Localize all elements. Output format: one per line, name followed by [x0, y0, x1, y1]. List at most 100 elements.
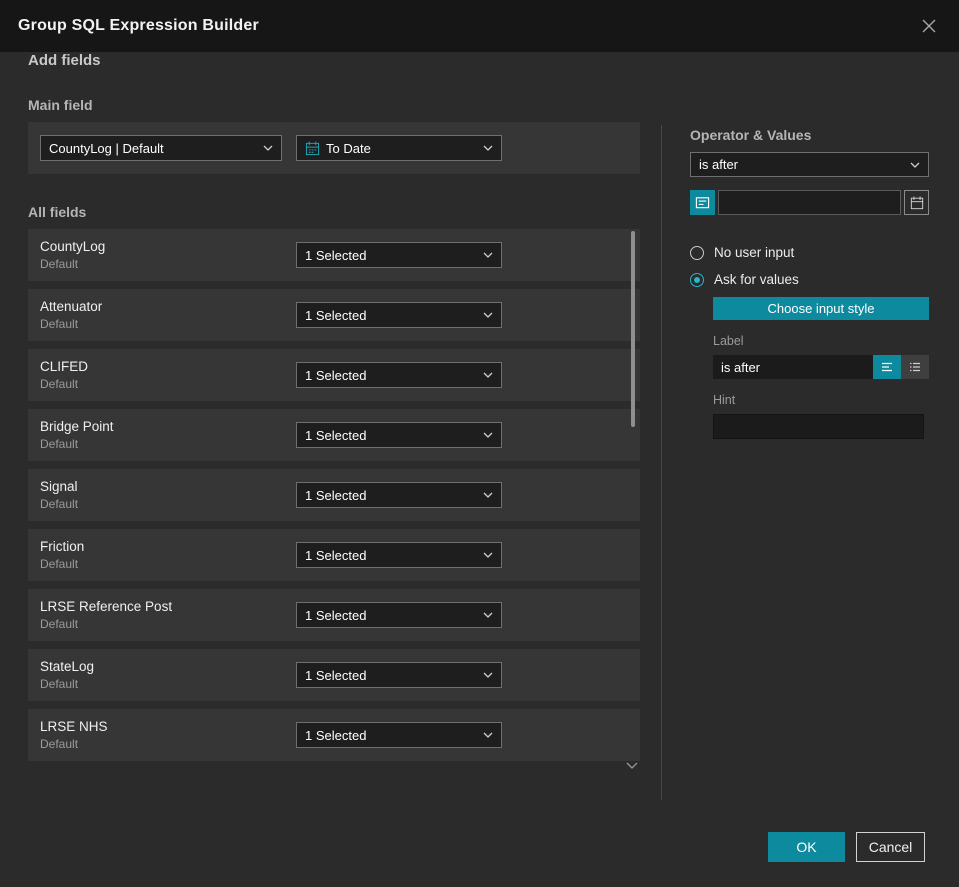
field-selected-value: 1 Selected [305, 427, 367, 443]
field-row: CountyLog Default 1 Selected [28, 229, 640, 281]
main-field-date-value: To Date [326, 140, 371, 156]
list-icon [910, 362, 920, 372]
field-selected-value: 1 Selected [305, 607, 367, 623]
cancel-button[interactable]: Cancel [856, 832, 925, 862]
date-picker-button[interactable] [904, 190, 929, 215]
field-selected-dropdown[interactable]: 1 Selected [296, 482, 502, 508]
field-selected-value: 1 Selected [305, 367, 367, 383]
chevron-down-icon [263, 145, 273, 151]
field-info: CountyLog Default [40, 239, 296, 271]
field-subtitle: Default [40, 437, 79, 451]
radio-unselected-icon [690, 245, 704, 260]
field-subtitle: Default [40, 557, 79, 571]
calendar-icon [910, 195, 923, 209]
field-info: Bridge Point Default [40, 419, 296, 451]
main-field-label: Main field [28, 97, 93, 113]
field-selected-dropdown[interactable]: 1 Selected [296, 422, 502, 448]
field-selected-value: 1 Selected [305, 307, 367, 323]
field-info: LRSE NHS Default [40, 719, 296, 751]
relative-date-button[interactable] [690, 190, 715, 215]
radio-selected-icon [690, 272, 704, 287]
field-selected-value: 1 Selected [305, 727, 367, 743]
hint-input[interactable] [713, 414, 924, 439]
field-row: Attenuator Default 1 Selected [28, 289, 640, 341]
field-name: Attenuator [40, 299, 103, 314]
vertical-divider [661, 125, 662, 800]
operator-values-section: Operator & Values is after No user input… [690, 52, 929, 439]
field-selected-dropdown[interactable]: 1 Selected [296, 662, 502, 688]
chevron-down-icon [483, 252, 493, 258]
main-field-date-select[interactable]: To Date [296, 135, 502, 161]
chevron-down-icon [910, 162, 920, 168]
chevron-down-icon [483, 312, 493, 318]
field-subtitle: Default [40, 317, 79, 331]
chevron-down-icon [483, 145, 493, 151]
hint-field-label: Hint [713, 393, 736, 407]
main-field-select[interactable]: CountyLog | Default [40, 135, 282, 161]
add-fields-section: Add fields Main field CountyLog | Defaul… [28, 52, 640, 769]
dialog-header: Group SQL Expression Builder [0, 0, 959, 52]
field-subtitle: Default [40, 617, 79, 631]
field-row: StateLog Default 1 Selected [28, 649, 640, 701]
field-selected-dropdown[interactable]: 1 Selected [296, 602, 502, 628]
main-field-select-value: CountyLog | Default [49, 140, 164, 156]
scroll-down-button[interactable] [626, 762, 638, 769]
field-selected-dropdown[interactable]: 1 Selected [296, 722, 502, 748]
field-info: Signal Default [40, 479, 296, 511]
field-row: LRSE NHS Default 1 Selected [28, 709, 640, 761]
close-button[interactable] [917, 14, 941, 38]
user-input-radios: No user input Ask for values [690, 245, 929, 287]
field-name: CountyLog [40, 239, 106, 254]
all-fields-list: CountyLog Default 1 Selected Attenuator … [28, 229, 640, 761]
field-subtitle: Default [40, 377, 79, 391]
operator-values-heading: Operator & Values [690, 127, 812, 143]
field-subtitle: Default [40, 677, 79, 691]
field-subtitle: Default [40, 497, 79, 511]
chevron-down-icon [483, 672, 493, 678]
chevron-down-icon [483, 612, 493, 618]
field-selected-value: 1 Selected [305, 247, 367, 263]
dialog-title: Group SQL Expression Builder [18, 17, 259, 34]
date-value-input[interactable] [718, 190, 901, 215]
field-info: StateLog Default [40, 659, 296, 691]
calendar-icon [305, 140, 320, 155]
add-fields-heading: Add fields [28, 52, 101, 69]
align-left-icon [882, 362, 892, 372]
field-row: Signal Default 1 Selected [28, 469, 640, 521]
radio-no-user-input[interactable]: No user input [690, 245, 929, 260]
list-style-button[interactable] [901, 355, 929, 379]
field-selected-value: 1 Selected [305, 667, 367, 683]
choose-input-style-button[interactable]: Choose input style [713, 297, 929, 320]
chevron-down-icon [483, 732, 493, 738]
field-subtitle: Default [40, 737, 79, 751]
main-field-panel: CountyLog | Default To Date [28, 122, 640, 174]
chevron-down-icon [483, 432, 493, 438]
field-selected-dropdown[interactable]: 1 Selected [296, 542, 502, 568]
field-selected-dropdown[interactable]: 1 Selected [296, 362, 502, 388]
label-row [713, 355, 929, 379]
radio-ask-for-values-label: Ask for values [714, 272, 799, 287]
chevron-down-icon [483, 372, 493, 378]
single-line-style-button[interactable] [873, 355, 901, 379]
ok-button[interactable]: OK [768, 832, 845, 862]
radio-no-user-input-label: No user input [714, 245, 795, 260]
operator-select[interactable]: is after [690, 152, 929, 177]
radio-ask-for-values[interactable]: Ask for values [690, 272, 929, 287]
relative-date-icon [695, 197, 710, 209]
field-row: Friction Default 1 Selected [28, 529, 640, 581]
field-row: LRSE Reference Post Default 1 Selected [28, 589, 640, 641]
field-name: LRSE Reference Post [40, 599, 173, 614]
chevron-down-icon [483, 552, 493, 558]
field-selected-dropdown[interactable]: 1 Selected [296, 242, 502, 268]
scrollbar-thumb[interactable] [631, 231, 635, 427]
field-info: Attenuator Default [40, 299, 296, 331]
field-name: Bridge Point [40, 419, 114, 434]
close-icon [922, 19, 936, 33]
all-fields-list-wrap: CountyLog Default 1 Selected Attenuator … [28, 229, 640, 769]
field-name: Signal [40, 479, 78, 494]
field-name: LRSE NHS [40, 719, 108, 734]
field-selected-dropdown[interactable]: 1 Selected [296, 302, 502, 328]
label-input[interactable] [713, 355, 873, 379]
field-info: LRSE Reference Post Default [40, 599, 296, 631]
field-row: Bridge Point Default 1 Selected [28, 409, 640, 461]
